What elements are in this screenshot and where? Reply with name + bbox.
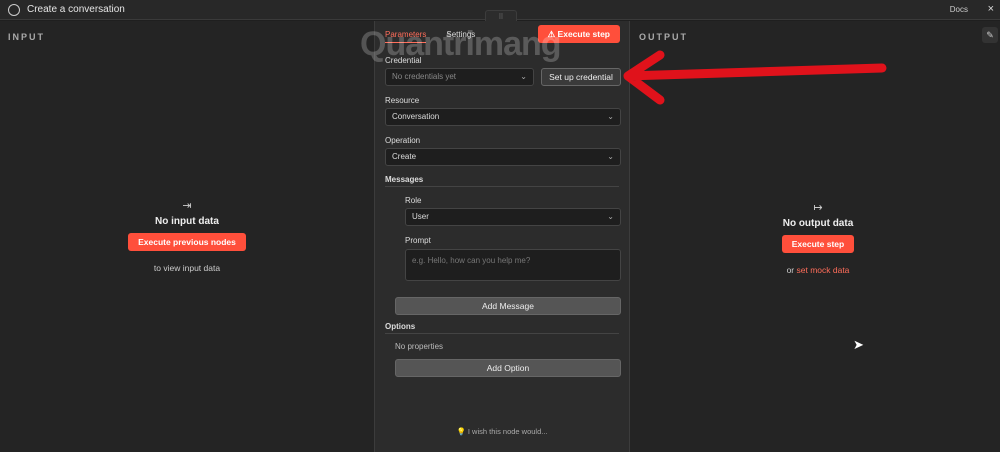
input-hint: to view input data — [153, 263, 221, 273]
set-mock-data-link[interactable]: set mock data — [797, 265, 850, 275]
output-empty-state: ↦ No output data Execute step or set moc… — [768, 201, 868, 275]
mouse-cursor-icon: ➤ — [853, 337, 864, 352]
add-option-button[interactable]: Add Option — [395, 359, 621, 377]
output-header: OUTPUT — [639, 32, 688, 42]
resource-label: Resource — [385, 96, 420, 105]
close-button[interactable]: × — [988, 3, 994, 15]
input-header: INPUT — [8, 32, 45, 42]
role-select[interactable]: User ⌄ — [405, 208, 621, 226]
divider — [385, 186, 619, 187]
input-arrow-icon: ⇥ — [182, 200, 192, 212]
output-panel: OUTPUT ✎ ↦ No output data Execute step o… — [630, 21, 1000, 452]
docs-link[interactable]: Docs — [950, 5, 968, 14]
edit-icon[interactable]: ✎ — [982, 27, 998, 43]
watermark: Quantrimang — [360, 25, 562, 63]
chevron-down-icon: ⌄ — [607, 212, 614, 221]
window-title: Create a conversation — [27, 4, 125, 15]
chevron-down-icon: ⌄ — [607, 152, 614, 161]
setup-credential-button[interactable]: Set up credential — [541, 68, 621, 86]
divider — [385, 333, 619, 334]
messages-label: Messages — [385, 175, 424, 184]
input-empty-title: No input data — [155, 216, 219, 227]
parameters-panel: Parameters Settings ⚠ Execute step Crede… — [374, 21, 630, 452]
options-label: Options — [385, 322, 416, 331]
chevron-down-icon: ⌄ — [607, 112, 614, 121]
resource-select[interactable]: Conversation ⌄ — [385, 108, 621, 126]
openai-logo-icon — [8, 3, 20, 16]
output-empty-title: No output data — [782, 218, 854, 229]
no-properties-text: No properties — [395, 342, 444, 351]
feedback-link[interactable]: 💡 I wish this node would... — [375, 427, 629, 436]
input-empty-state: ⇥ No input data Execute previous nodes t… — [120, 199, 254, 273]
chevron-down-icon: ⌄ — [520, 72, 527, 81]
role-label: Role — [405, 196, 422, 205]
credential-select[interactable]: No credentials yet ⌄ — [385, 68, 534, 86]
operation-select[interactable]: Create ⌄ — [385, 148, 621, 166]
operation-label: Operation — [385, 136, 421, 145]
input-panel: INPUT ⇥ No input data Execute previous n… — [0, 21, 374, 452]
execute-previous-button[interactable]: Execute previous nodes — [128, 233, 246, 251]
prompt-label: Prompt — [405, 236, 431, 245]
output-arrow-icon: ↦ — [813, 202, 823, 214]
output-hint: or — [786, 265, 795, 275]
add-message-button[interactable]: Add Message — [395, 297, 621, 315]
execute-step-output-button[interactable]: Execute step — [781, 235, 855, 253]
prompt-input[interactable]: e.g. Hello, how can you help me? — [405, 249, 621, 281]
